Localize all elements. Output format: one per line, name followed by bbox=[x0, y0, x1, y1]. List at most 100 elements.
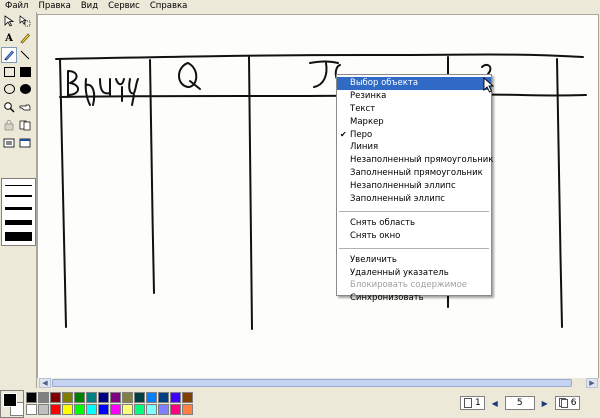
total-pages-indicator: 6 bbox=[554, 396, 581, 410]
context-menu-item-label: Синхронизовать bbox=[350, 293, 424, 304]
highlighter-tool[interactable] bbox=[18, 31, 32, 45]
menu-0[interactable]: Файл bbox=[0, 0, 33, 12]
context-menu-item[interactable]: Незаполненный эллипс bbox=[337, 180, 491, 193]
context-menu-item[interactable]: Линия bbox=[337, 141, 491, 154]
page-label: 1 bbox=[475, 398, 481, 408]
context-menu-item[interactable]: Снять окно bbox=[337, 230, 491, 243]
context-menu-item[interactable]: Выбор объекта bbox=[337, 77, 491, 90]
context-menu-item[interactable]: Маркер bbox=[337, 116, 491, 129]
remote-pointer-tool[interactable] bbox=[18, 100, 32, 114]
horizontal-scrollbar[interactable]: ◀ ▶ bbox=[37, 378, 600, 388]
toolbox: A bbox=[0, 12, 37, 388]
filled-ellipse-icon bbox=[19, 84, 31, 94]
ellipse-tool[interactable] bbox=[2, 82, 16, 96]
color-swatch[interactable] bbox=[182, 392, 193, 403]
scroll-thumb[interactable] bbox=[52, 379, 572, 387]
color-swatch[interactable] bbox=[98, 392, 109, 403]
context-menu-item-label: Снять область bbox=[350, 217, 415, 228]
context-menu-item[interactable]: Увеличить bbox=[337, 254, 491, 267]
color-swatch[interactable] bbox=[122, 392, 133, 403]
menu-4[interactable]: Справка bbox=[145, 0, 192, 12]
context-menu-item-label: Незаполненный эллипс bbox=[350, 181, 456, 192]
color-swatch[interactable] bbox=[170, 404, 181, 415]
filled-rectangle-tool[interactable] bbox=[18, 65, 32, 79]
color-swatch[interactable] bbox=[62, 404, 73, 415]
color-swatch[interactable] bbox=[170, 392, 181, 403]
pages-icon bbox=[558, 398, 568, 408]
select-tool[interactable] bbox=[18, 14, 32, 28]
context-menu-item[interactable]: Текст bbox=[337, 103, 491, 116]
pen-icon bbox=[4, 50, 14, 61]
color-swatch[interactable] bbox=[134, 392, 145, 403]
lock-tool[interactable] bbox=[2, 118, 16, 132]
color-swatch[interactable] bbox=[146, 404, 157, 415]
color-swatch[interactable] bbox=[86, 392, 97, 403]
current-page-input[interactable]: 5 bbox=[504, 396, 535, 410]
color-swatch[interactable] bbox=[146, 392, 157, 403]
color-swatch[interactable] bbox=[62, 392, 73, 403]
context-menu-item[interactable]: Резинка bbox=[337, 90, 491, 103]
context-menu-item[interactable]: Незаполненный прямоугольник bbox=[337, 154, 494, 167]
color-swatch[interactable] bbox=[182, 404, 193, 415]
context-menu-item[interactable]: Синхронизовать bbox=[337, 292, 491, 305]
color-swatch[interactable] bbox=[74, 404, 85, 415]
color-swatch[interactable] bbox=[74, 392, 85, 403]
context-menu-item[interactable]: Удаленный указатель bbox=[337, 267, 491, 280]
area-capture-tool[interactable] bbox=[2, 136, 16, 150]
scroll-left-button[interactable]: ◀ bbox=[39, 378, 51, 388]
color-swatch[interactable] bbox=[110, 392, 121, 403]
sync-pages-icon bbox=[19, 120, 31, 131]
color-swatch[interactable] bbox=[50, 392, 61, 403]
context-menu-item-label: Незаполненный прямоугольник bbox=[350, 155, 494, 166]
free-select-tool[interactable] bbox=[2, 14, 16, 28]
text-tool[interactable]: A bbox=[2, 31, 16, 45]
scroll-right-button[interactable]: ▶ bbox=[586, 378, 598, 388]
window-capture-tool[interactable] bbox=[18, 136, 32, 150]
color-swatch[interactable] bbox=[86, 404, 97, 415]
color-swatch[interactable] bbox=[158, 392, 169, 403]
whiteboard-canvas[interactable] bbox=[37, 14, 599, 380]
context-menu-item[interactable]: Заполненный эллипс bbox=[337, 193, 491, 206]
pen-tool[interactable] bbox=[1, 47, 17, 63]
filled-rectangle-icon bbox=[19, 67, 31, 77]
color-swatch[interactable] bbox=[134, 404, 145, 415]
rectangle-icon bbox=[3, 67, 15, 77]
pen-width-2[interactable] bbox=[5, 195, 32, 197]
pen-width-1[interactable] bbox=[5, 185, 32, 186]
context-menu-item[interactable]: Заполненный прямоугольник bbox=[337, 167, 491, 180]
color-swatch[interactable] bbox=[38, 404, 49, 415]
next-page-button[interactable]: ▶ bbox=[539, 396, 551, 410]
line-tool[interactable] bbox=[18, 48, 32, 62]
current-colors[interactable] bbox=[0, 390, 24, 418]
page-indicator[interactable]: 1 bbox=[460, 396, 485, 410]
arrow-select-icon bbox=[4, 15, 14, 27]
color-swatch[interactable] bbox=[26, 392, 37, 403]
color-swatch[interactable] bbox=[110, 404, 121, 415]
color-swatch[interactable] bbox=[122, 404, 133, 415]
color-swatch[interactable] bbox=[50, 404, 61, 415]
sync-tool[interactable] bbox=[18, 118, 32, 132]
text-a-icon: A bbox=[5, 32, 13, 44]
rectangle-tool[interactable] bbox=[2, 65, 16, 79]
menu-3[interactable]: Сервис bbox=[103, 0, 145, 12]
context-menu-item-label: Блокировать содержимое bbox=[350, 280, 467, 291]
context-menu-item-label: Текст bbox=[350, 103, 376, 114]
menu-2[interactable]: Вид bbox=[76, 0, 103, 12]
pen-width-5[interactable] bbox=[5, 232, 32, 241]
color-swatch[interactable] bbox=[38, 392, 49, 403]
color-swatch[interactable] bbox=[98, 404, 109, 415]
filled-ellipse-tool[interactable] bbox=[18, 82, 32, 96]
context-menu-item-label: Заполненный прямоугольник bbox=[350, 168, 483, 179]
pen-width-selector[interactable] bbox=[1, 178, 36, 246]
triangle-left-icon: ◀ bbox=[491, 398, 498, 408]
pen-width-3[interactable] bbox=[5, 207, 32, 210]
color-swatch[interactable] bbox=[158, 404, 169, 415]
pen-width-4[interactable] bbox=[5, 220, 32, 225]
zoom-tool[interactable] bbox=[2, 100, 16, 114]
prev-page-button[interactable]: ◀ bbox=[489, 396, 501, 410]
handwritten-table-drawing bbox=[55, 53, 587, 330]
menu-1[interactable]: Правка bbox=[33, 0, 75, 12]
color-swatch[interactable] bbox=[26, 404, 37, 415]
context-menu-item[interactable]: Снять область bbox=[337, 217, 491, 230]
context-menu-item[interactable]: ✔ Перо bbox=[337, 129, 491, 142]
